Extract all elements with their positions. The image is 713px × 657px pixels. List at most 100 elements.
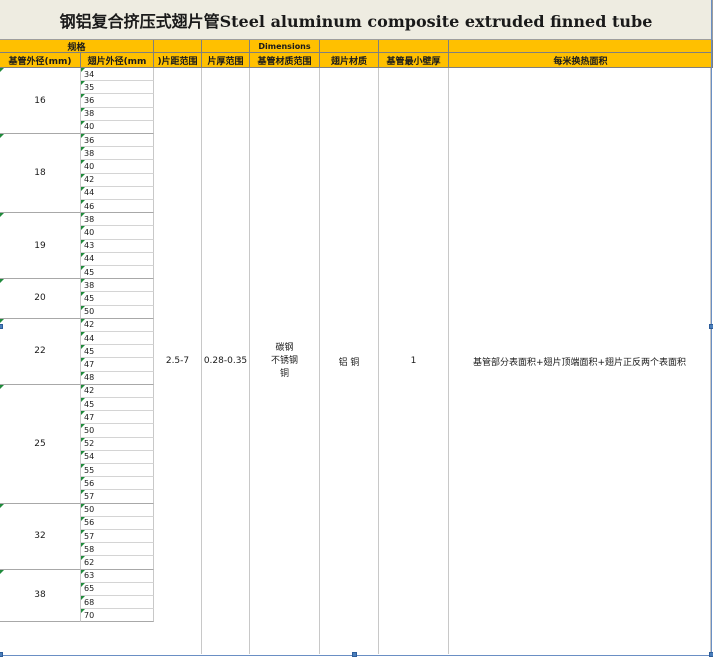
fin-od-cell[interactable]: 63 (81, 569, 154, 583)
cell-marker-icon (81, 147, 85, 152)
thickness-cell[interactable]: 0.28-0.35 (202, 68, 250, 654)
fin-od-cell[interactable]: 56 (81, 477, 154, 491)
base-material-cell[interactable]: 碳钢 不锈钢 铜 (250, 68, 320, 654)
header-col-min-wall[interactable]: 基管最小壁厚 (379, 53, 449, 68)
area-cell[interactable]: 基管部分表面积+翅片顶端面积+翅片正反两个表面积 (449, 68, 711, 654)
fin-od-cell[interactable]: 65 (81, 582, 154, 596)
fin-od-cell[interactable]: 42 (81, 318, 154, 332)
min-wall-value: 1 (410, 356, 417, 366)
base-od-cell[interactable]: 16 (0, 68, 81, 134)
fin-od-cell[interactable]: 47 (81, 358, 154, 372)
fin-od-cell[interactable]: 35 (81, 81, 154, 95)
fin-od-cell[interactable]: 46 (81, 200, 154, 214)
header-col-area[interactable]: 每米换热面积 (449, 53, 713, 68)
resize-handle-bottom-right[interactable] (709, 652, 713, 657)
base-od-cell[interactable]: 22 (0, 318, 81, 385)
fin-od-value: 45 (84, 267, 95, 277)
header-col-base-od-label: 基管外径(mm) (8, 56, 72, 67)
base-od-cell[interactable]: 20 (0, 279, 81, 319)
fin-od-cell[interactable]: 52 (81, 437, 154, 451)
fin-od-cell[interactable]: 36 (81, 94, 154, 108)
fin-od-cell[interactable]: 40 (81, 226, 154, 240)
resize-handle-bottom-left[interactable] (0, 652, 3, 657)
fin-od-cell[interactable]: 38 (81, 213, 154, 227)
base-od-cell[interactable]: 18 (0, 134, 81, 214)
sheet-title-cell[interactable]: 钢铝复合挤压式翅片管Steel aluminum composite extru… (0, 0, 713, 40)
header-col-pitch[interactable]: )片距范围 (154, 53, 202, 68)
header-col-fin-material[interactable]: 翅片材质 (320, 53, 379, 68)
cell-marker-icon (0, 503, 4, 508)
cell-marker-icon (0, 384, 4, 389)
header-blank-f[interactable] (320, 40, 379, 53)
fin-od-cell[interactable]: 40 (81, 160, 154, 174)
pitch-cell[interactable]: 2.5-7 (154, 68, 202, 654)
cell-marker-icon (81, 437, 85, 442)
fin-od-cell[interactable]: 38 (81, 147, 154, 161)
header-blank-h[interactable] (449, 40, 713, 53)
cell-marker-icon (81, 371, 85, 376)
header-col-fin-od-label: 翅片外径(mm (87, 56, 147, 67)
header-dimensions-cell[interactable]: Dimensions (250, 40, 320, 53)
resize-handle-middle-right[interactable] (709, 324, 713, 329)
area-value: 基管部分表面积+翅片顶端面积+翅片正反两个表面积 (472, 357, 687, 368)
cell-marker-icon (81, 186, 85, 191)
header-col-base-material-label: 基管材质范围 (257, 56, 312, 67)
fin-od-cell[interactable]: 48 (81, 371, 154, 385)
header-blank-d[interactable] (202, 40, 250, 53)
cell-marker-icon (81, 120, 85, 125)
fin-od-value: 40 (84, 161, 95, 171)
fin-od-cell[interactable]: 58 (81, 543, 154, 557)
fin-od-cell[interactable]: 45 (81, 292, 154, 306)
fin-od-cell[interactable]: 44 (81, 186, 154, 200)
fin-od-cell[interactable]: 50 (81, 503, 154, 517)
header-col-base-material[interactable]: 基管材质范围 (250, 53, 320, 68)
fin-od-value: 38 (84, 148, 95, 158)
header-col-base-od[interactable]: 基管外径(mm) (0, 53, 81, 68)
fin-od-cell[interactable]: 50 (81, 424, 154, 438)
min-wall-cell[interactable]: 1 (379, 68, 449, 654)
fin-od-cell[interactable]: 62 (81, 556, 154, 570)
fin-od-cell[interactable]: 42 (81, 173, 154, 187)
header-col-fin-od[interactable]: 翅片外径(mm (81, 53, 154, 68)
fin-od-value: 55 (84, 465, 95, 475)
fin-od-cell[interactable]: 38 (81, 279, 154, 293)
base-od-cell[interactable]: 19 (0, 213, 81, 280)
fin-od-cell[interactable]: 47 (81, 411, 154, 425)
fin-od-cell[interactable]: 42 (81, 384, 154, 398)
fin-od-cell[interactable]: 40 (81, 120, 154, 134)
fin-od-cell[interactable]: 45 (81, 345, 154, 359)
cell-marker-icon (81, 213, 85, 218)
fin-od-cell[interactable]: 57 (81, 530, 154, 544)
fin-od-cell[interactable]: 44 (81, 332, 154, 346)
header-blank-g[interactable] (379, 40, 449, 53)
fin-od-cell[interactable]: 45 (81, 266, 154, 280)
fin-od-cell[interactable]: 44 (81, 252, 154, 266)
fin-od-cell[interactable]: 36 (81, 134, 154, 148)
fin-od-cell[interactable]: 45 (81, 398, 154, 412)
fin-od-cell[interactable]: 43 (81, 239, 154, 253)
fin-od-value: 50 (84, 425, 95, 435)
fin-od-value: 65 (84, 584, 95, 594)
resize-handle-middle-left[interactable] (0, 324, 3, 329)
header-blank-c[interactable] (154, 40, 202, 53)
fin-od-cell[interactable]: 34 (81, 68, 154, 82)
cell-marker-icon (81, 503, 85, 508)
base-od-cell[interactable]: 38 (0, 569, 81, 623)
base-od-cell[interactable]: 25 (0, 384, 81, 504)
resize-handle-bottom-center[interactable] (352, 652, 357, 657)
fin-od-cell[interactable]: 70 (81, 609, 154, 623)
fin-od-value: 42 (84, 320, 95, 330)
fin-od-cell[interactable]: 55 (81, 464, 154, 478)
fin-material-cell[interactable]: 铝 铜 (320, 68, 379, 654)
cell-marker-icon (81, 252, 85, 257)
fin-od-cell[interactable]: 54 (81, 450, 154, 464)
header-col-thickness[interactable]: 片厚范围 (202, 53, 250, 68)
fin-od-cell[interactable]: 57 (81, 490, 154, 504)
fin-od-cell[interactable]: 50 (81, 305, 154, 319)
header-spec-cell[interactable]: 规格 (0, 40, 154, 53)
base-od-cell[interactable]: 32 (0, 503, 81, 570)
fin-od-cell[interactable]: 38 (81, 107, 154, 121)
fin-od-cell[interactable]: 56 (81, 516, 154, 530)
fin-od-cell[interactable]: 68 (81, 596, 154, 610)
cell-marker-icon (81, 411, 85, 416)
